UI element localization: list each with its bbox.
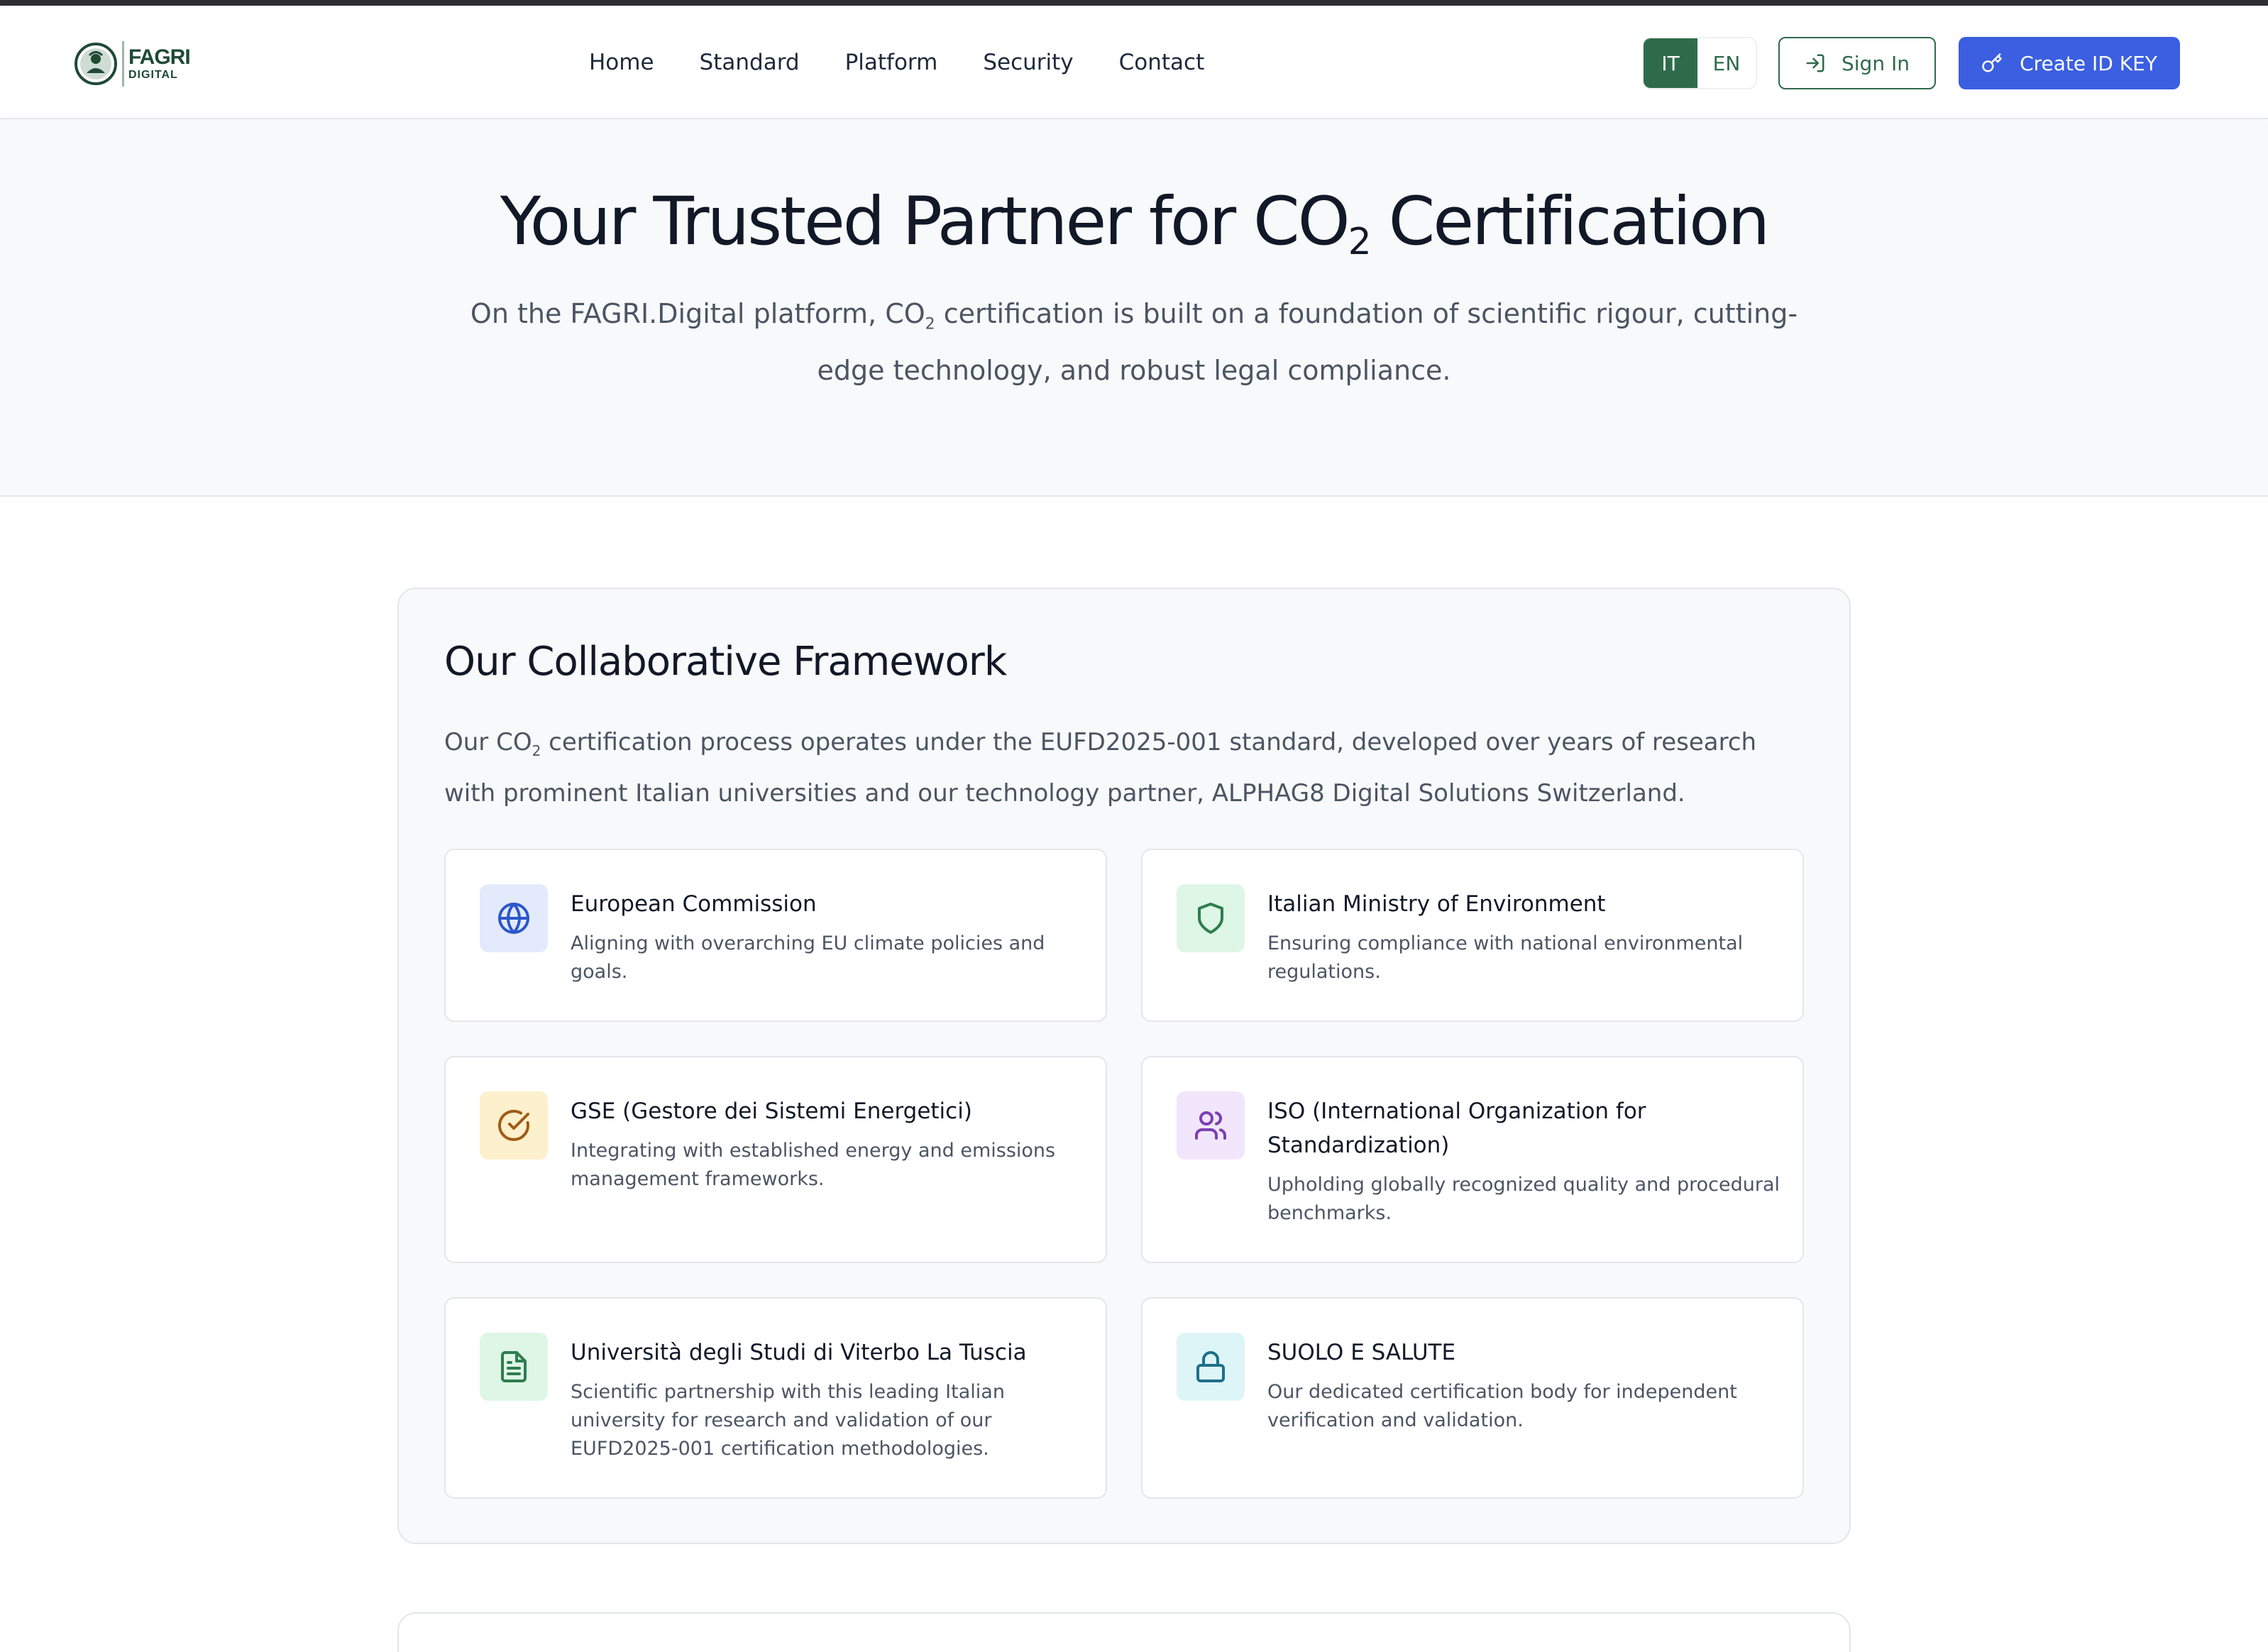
key-icon [1982,53,2002,72]
nav-standard[interactable]: Standard [700,50,800,75]
logo-wordmark: FAGRI DIGITAL [128,45,191,81]
hero-description: On the FAGRI.Digital platform, CO2 certi… [470,298,1798,386]
partner-title: European Commission [571,891,817,917]
partner-description: Upholding globally recognized quality an… [1267,1174,1780,1224]
partner-title: SUOLO E SALUTE [1267,1340,1456,1365]
sign-in-icon [1806,54,1824,72]
document-icon [501,1351,527,1382]
logo-emblem-icon [75,43,117,85]
partner-title: Università degli Studi di Viterbo La Tus… [571,1340,1027,1365]
partner-description: Aligning with overarching EU climate pol… [571,932,1045,983]
framework-title: Our Collaborative Framework [444,639,1007,685]
framework-panel: Our Collaborative Framework Our CO2 cert… [397,588,1851,1544]
logo-line-2: DIGITAL [128,69,178,81]
partner-card-suolo-e-salute: SUOLO E SALUTE Our dedicated certificati… [1141,1297,1804,1499]
logo-line-1: FAGRI [128,45,191,69]
logo-divider [122,41,124,87]
partner-card-gse: GSE (Gestore dei Sistemi Energetici) Int… [444,1056,1107,1263]
create-id-key-label: Create ID KEY [2020,51,2157,75]
shield-icon [1198,903,1223,934]
partner-icon-box [480,1091,548,1160]
partner-icon-box [480,1333,548,1401]
sign-in-label: Sign In [1842,51,1910,75]
partner-description: Scientific partnership with this leading… [571,1381,1005,1460]
hero-title: Your Trusted Partner for CO2 Certificati… [500,183,1770,263]
create-id-key-button[interactable]: Create ID KEY [1959,37,2180,89]
brand-logo[interactable]: FAGRI DIGITAL [74,38,191,89]
users-icon [1195,1111,1226,1140]
lang-en-button[interactable]: EN [1697,38,1756,88]
partner-description: Our dedicated certification body for ind… [1267,1381,1737,1431]
partner-icon-box [480,884,548,952]
partner-description: Ensuring compliance with national enviro… [1267,932,1744,983]
language-switcher: IT EN [1642,37,1757,89]
partner-title: GSE (Gestore dei Sistemi Energetici) [571,1098,972,1124]
partner-card-university-tuscia: Università degli Studi di Viterbo La Tus… [444,1297,1107,1499]
partner-card-european-commission: European Commission Aligning with overar… [444,849,1107,1022]
check-circle-icon [498,1109,529,1141]
lang-it-button[interactable]: IT [1644,38,1697,88]
nav-platform[interactable]: Platform [845,50,938,75]
partner-description: Integrating with established energy and … [571,1140,1056,1190]
lock-icon [1196,1351,1225,1382]
partner-title: ISO (International Organization for Stan… [1267,1098,1646,1158]
partner-icon-box [1177,1333,1245,1401]
framework-intro: Our CO2 certification process operates u… [444,728,1757,808]
nav-security[interactable]: Security [983,50,1073,75]
partner-card-iso: ISO (International Organization for Stan… [1141,1056,1804,1263]
nav-home[interactable]: Home [589,50,654,75]
nav-contact[interactable]: Contact [1119,50,1205,75]
main-nav: Home Standard Platform Security Contact [589,6,1250,119]
partner-icon-box [1177,884,1245,952]
hero-section: Your Trusted Partner for CO2 Certificati… [0,121,2268,497]
sign-in-button[interactable]: Sign In [1778,37,1936,89]
partner-icon-box [1177,1091,1245,1160]
partner-card-italian-ministry: Italian Ministry of Environment Ensuring… [1141,849,1804,1022]
next-section-panel [397,1612,1851,1652]
globe-icon [498,903,529,934]
top-strip [0,0,2268,6]
partner-title: Italian Ministry of Environment [1267,891,1606,917]
site-header: FAGRI DIGITAL Home Standard Platform Sec… [0,6,2268,119]
